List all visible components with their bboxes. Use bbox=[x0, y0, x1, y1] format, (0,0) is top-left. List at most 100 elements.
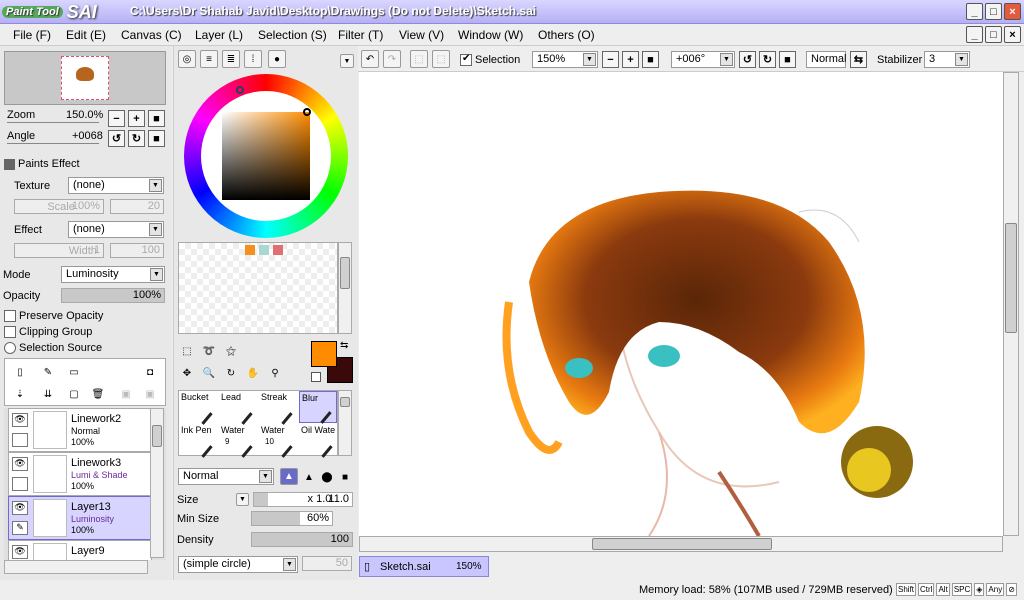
redo-icon[interactable]: ↷ bbox=[383, 50, 401, 68]
density-bar[interactable]: 100 bbox=[251, 532, 353, 547]
hsv-slider-tab-icon[interactable]: ≣ bbox=[222, 50, 240, 68]
menu-file[interactable]: File (F) bbox=[13, 28, 51, 42]
brush-shape-dropdown[interactable]: (simple circle) ▼ bbox=[178, 556, 298, 573]
rotate-icon[interactable]: ↻ bbox=[222, 364, 240, 382]
scratchpad-tab-icon[interactable]: ● bbox=[268, 50, 286, 68]
magic-wand-icon[interactable]: ⚝ bbox=[222, 342, 240, 360]
eye-icon[interactable]: 👁 bbox=[12, 457, 28, 471]
toolbar-rotate-right-button[interactable]: ↻ bbox=[759, 51, 776, 68]
opacity-bar[interactable]: 100% bbox=[61, 288, 165, 303]
undo-icon[interactable]: ↶ bbox=[361, 50, 379, 68]
primary-color-swatch[interactable] bbox=[311, 341, 337, 367]
rotate-left-button[interactable]: ↺ bbox=[108, 130, 125, 147]
scroll-thumb[interactable] bbox=[592, 538, 772, 550]
tool-scrollbar[interactable] bbox=[338, 390, 352, 456]
toolbar-rotate-reset-button[interactable]: ■ bbox=[779, 51, 796, 68]
scale-bar[interactable]: Scale100% bbox=[14, 199, 104, 214]
menu-selection[interactable]: Selection (S) bbox=[258, 28, 327, 42]
selection-source-radio[interactable] bbox=[4, 342, 16, 354]
brush-blend-dropdown[interactable]: Normal ▼ bbox=[178, 468, 274, 485]
flip-horizontal-icon[interactable]: ⇆ bbox=[850, 51, 867, 68]
stabilizer-dropdown[interactable]: 3 ▼ bbox=[924, 51, 970, 68]
angle-dropdown[interactable]: +006° ▼ bbox=[671, 51, 735, 68]
toolbar-zoom-reset-button[interactable]: ■ bbox=[642, 51, 659, 68]
color-wheel[interactable] bbox=[184, 74, 348, 238]
tool-oil-water[interactable]: Oil Wate bbox=[299, 424, 337, 458]
transfer-down-icon[interactable]: ⇣ bbox=[11, 385, 29, 403]
merge-down-icon[interactable]: ⇊ bbox=[39, 385, 57, 403]
tool-water[interactable]: Water 10 bbox=[259, 424, 297, 458]
scroll-thumb[interactable] bbox=[152, 425, 162, 447]
brush-shape-value[interactable]: 50 bbox=[302, 556, 352, 571]
tool-blur-selected[interactable]: Blur bbox=[299, 391, 337, 424]
layer-hscrollbar[interactable] bbox=[4, 560, 148, 574]
new-folder-icon[interactable]: ▭ bbox=[65, 363, 83, 381]
close-button[interactable]: × bbox=[1004, 3, 1021, 20]
paints-effect-collapse-icon[interactable] bbox=[4, 159, 15, 170]
new-vector-layer-icon[interactable]: ✎ bbox=[39, 363, 57, 381]
delete-layer-icon[interactable]: 🗑 bbox=[89, 385, 107, 403]
layer-mode-dropdown[interactable]: Luminosity ▼ bbox=[61, 266, 165, 283]
rotate-reset-button[interactable]: ■ bbox=[148, 130, 165, 147]
zoom-out-button[interactable]: − bbox=[108, 110, 125, 127]
preserve-opacity-checkbox[interactable] bbox=[4, 310, 16, 322]
width-number[interactable]: 100 bbox=[110, 243, 164, 258]
deselect-icon[interactable]: ⬚ bbox=[410, 50, 428, 68]
layer-scrollbar[interactable] bbox=[150, 408, 164, 558]
menu-canvas[interactable]: Canvas (C) bbox=[121, 28, 182, 42]
lock-toggle[interactable] bbox=[12, 477, 28, 491]
swatch-tab-icon[interactable]: ⁞ bbox=[244, 50, 262, 68]
lock-toggle[interactable] bbox=[12, 433, 28, 447]
rect-select-icon[interactable]: ⬚ bbox=[178, 342, 196, 360]
swatch-scrollbar[interactable] bbox=[338, 242, 352, 334]
toolbar-rotate-left-button[interactable]: ↺ bbox=[739, 51, 756, 68]
layer-item[interactable]: 👁 Linework2 Normal 100% bbox=[8, 408, 152, 452]
menu-window[interactable]: Window (W) bbox=[458, 28, 523, 42]
width-bar[interactable]: Width1 bbox=[14, 243, 104, 258]
swap-colors-icon[interactable]: ⇆ bbox=[340, 340, 348, 351]
menu-others[interactable]: Others (O) bbox=[538, 28, 595, 42]
color-wheel-tab-icon[interactable]: ◎ bbox=[178, 50, 196, 68]
navigator-preview[interactable] bbox=[4, 51, 166, 105]
move-icon[interactable]: ✥ bbox=[178, 364, 196, 382]
scroll-thumb[interactable] bbox=[340, 397, 350, 407]
color-picker-handle[interactable] bbox=[303, 108, 311, 116]
effect-dropdown[interactable]: (none) ▼ bbox=[68, 221, 164, 238]
selection-checkbox[interactable]: ✔ bbox=[460, 53, 472, 66]
toolbar-zoom-in-button[interactable]: + bbox=[622, 51, 639, 68]
zoom-icon[interactable]: 🔍 bbox=[200, 364, 218, 382]
eyedropper-icon[interactable]: ⚲ bbox=[266, 364, 284, 382]
doc-maximize-button[interactable]: □ bbox=[985, 26, 1002, 43]
chevron-down-icon[interactable]: ▼ bbox=[340, 54, 354, 68]
menu-edit[interactable]: Edit (E) bbox=[66, 28, 106, 42]
rotate-right-button[interactable]: ↻ bbox=[128, 130, 145, 147]
menu-filter[interactable]: Filter (T) bbox=[338, 28, 383, 42]
swatch-scratchpad[interactable] bbox=[178, 242, 338, 334]
brush-shape-flat-icon[interactable]: ■ bbox=[336, 468, 354, 486]
maximize-button[interactable]: □ bbox=[985, 3, 1002, 20]
min-size-bar[interactable]: 60% bbox=[251, 511, 333, 526]
size-mult-dropdown-icon[interactable]: ▼ bbox=[236, 493, 249, 506]
scroll-thumb[interactable] bbox=[1005, 223, 1017, 333]
size-bar[interactable]: x 1.011.0 bbox=[253, 492, 353, 507]
canvas-vscrollbar[interactable] bbox=[1003, 72, 1019, 536]
zoom-reset-button[interactable]: ■ bbox=[148, 110, 165, 127]
tool-water[interactable]: Water 9 bbox=[219, 424, 257, 458]
layer-item[interactable]: 👁 Linework3 Lumi & Shade 100% bbox=[8, 452, 152, 496]
layer-item-selected[interactable]: 👁 ✎ Layer13 Luminosity 100% bbox=[8, 496, 152, 540]
menu-view[interactable]: View (V) bbox=[399, 28, 444, 42]
brush-shape-triangle-icon[interactable]: ▲ bbox=[280, 468, 298, 485]
tool-bucket[interactable]: Bucket bbox=[179, 391, 217, 425]
apply-mask-icon[interactable]: ▣ bbox=[117, 385, 135, 403]
doc-close-button[interactable]: × bbox=[1004, 26, 1021, 43]
scale-number[interactable]: 20 bbox=[110, 199, 164, 214]
menu-layer[interactable]: Layer (L) bbox=[195, 28, 243, 42]
lasso-icon[interactable]: ➰ bbox=[200, 342, 218, 360]
angle-slider[interactable] bbox=[7, 143, 99, 144]
minimize-button[interactable]: _ bbox=[966, 3, 983, 20]
swatch[interactable] bbox=[259, 245, 269, 255]
clipping-group-checkbox[interactable] bbox=[4, 326, 16, 338]
new-layer-icon[interactable]: ▯ bbox=[11, 363, 29, 381]
zoom-dropdown[interactable]: 150% ▼ bbox=[532, 51, 598, 68]
link-mask-icon[interactable]: ▣ bbox=[141, 385, 159, 403]
